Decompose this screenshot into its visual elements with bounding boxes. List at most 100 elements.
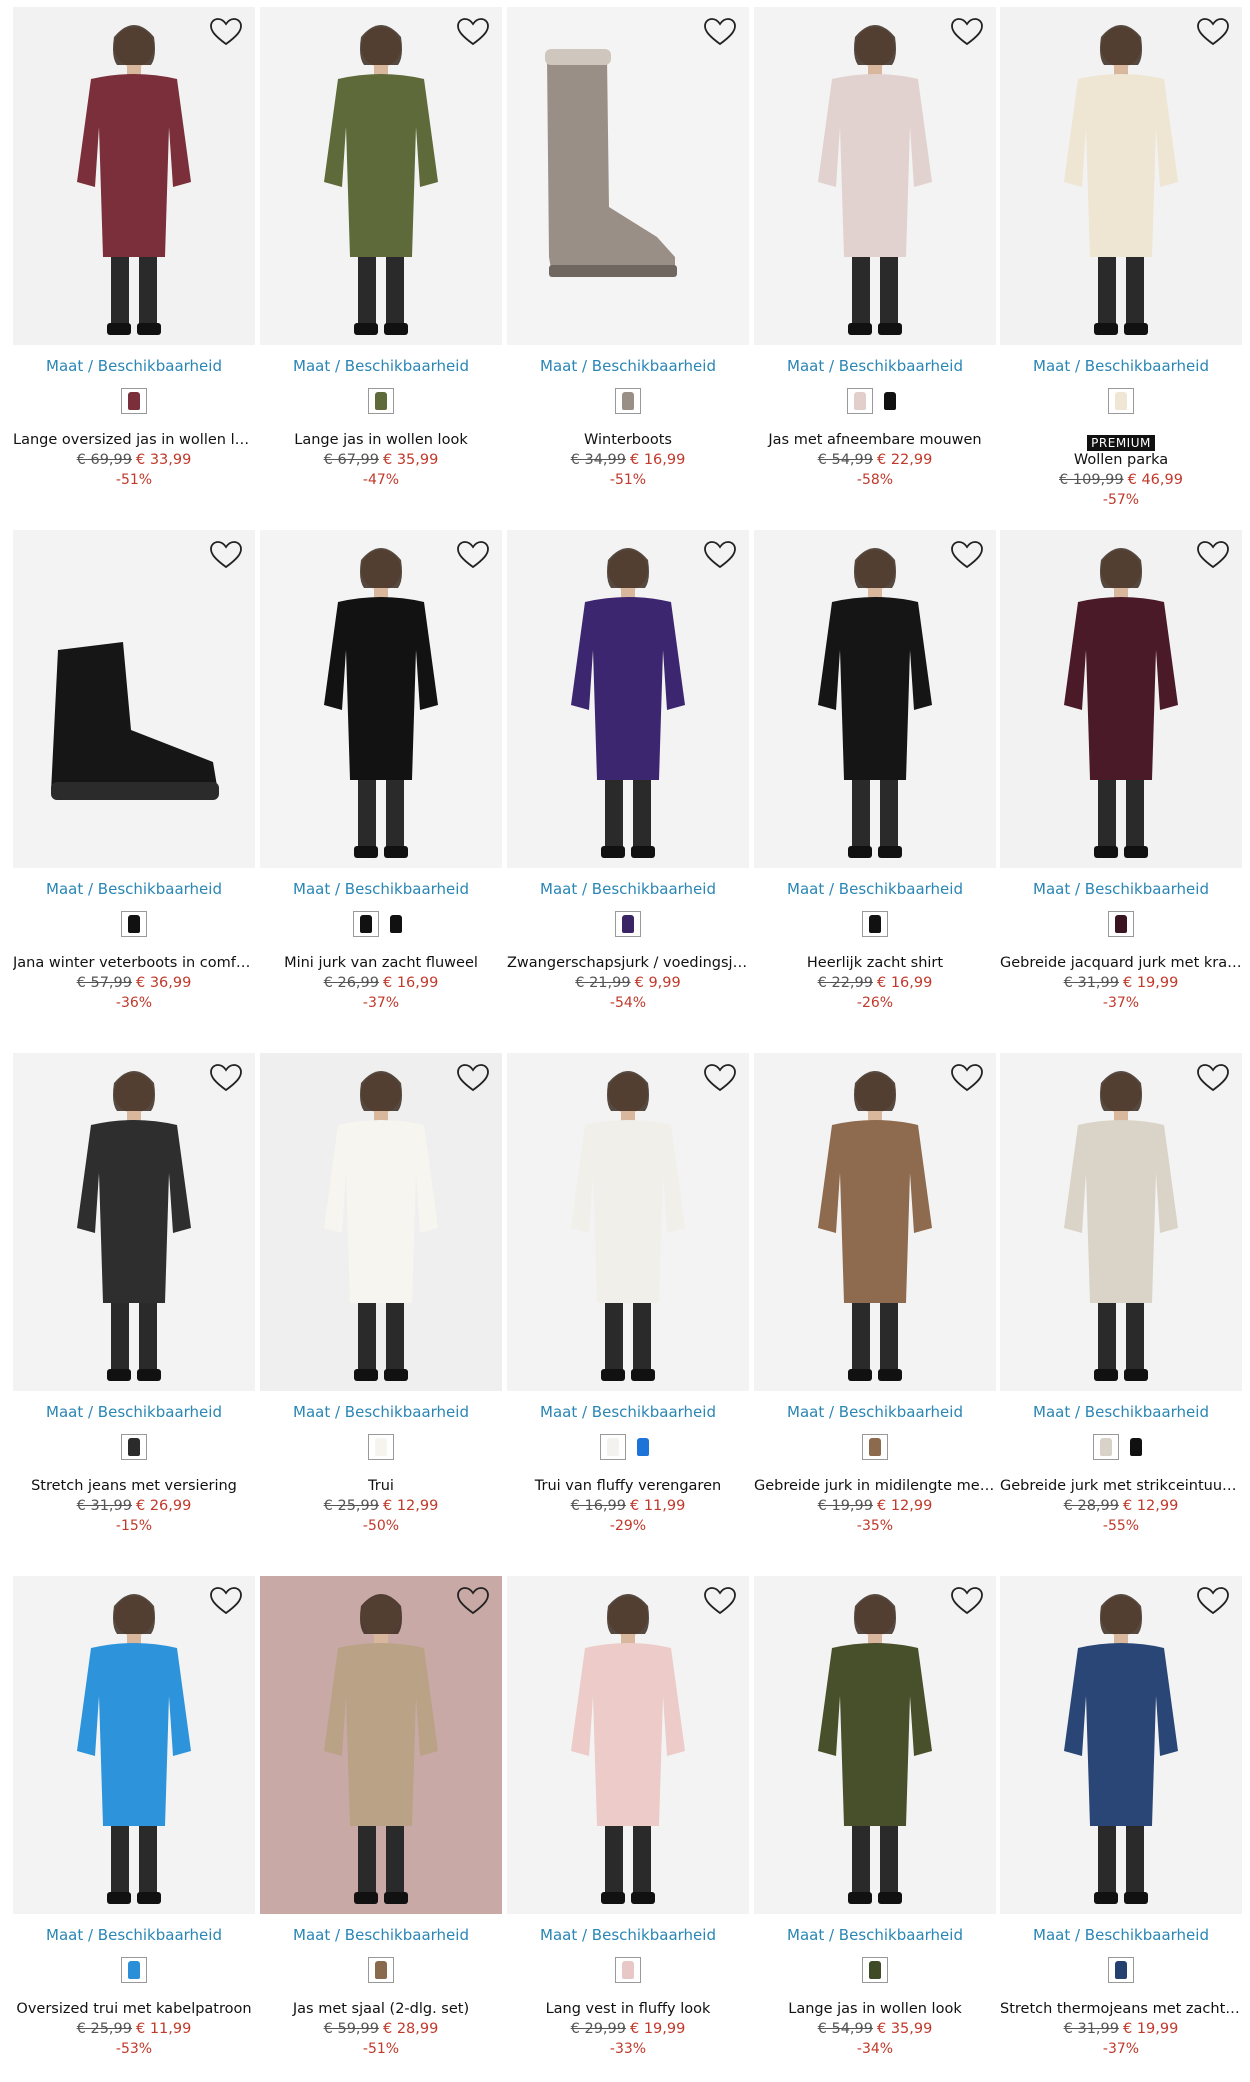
product-card[interactable]: Maat / Beschikbaarheid Gebreide jurk in m… [754,1053,996,1558]
product-card[interactable]: Maat / Beschikbaarheid Trui € 25,99 € 12,99… [260,1053,502,1558]
size-availability-link[interactable]: Maat / Beschikbaarheid [260,1403,502,1421]
color-swatch[interactable] [862,1434,888,1460]
product-title[interactable]: Stretch thermojeans met zachte voering [1000,2001,1242,2017]
size-availability-link[interactable]: Maat / Beschikbaarheid [507,357,749,375]
wishlist-heart-icon[interactable] [209,540,243,570]
product-image[interactable] [1000,530,1242,868]
color-swatch[interactable] [368,388,394,414]
color-swatch[interactable] [1123,1434,1149,1460]
product-card[interactable]: Maat / Beschikbaarheid Jas met afneembare… [754,7,996,512]
color-swatch[interactable] [862,911,888,937]
color-swatch[interactable] [862,1957,888,1983]
product-title[interactable]: Heerlijk zacht shirt [754,955,996,971]
size-availability-link[interactable]: Maat / Beschikbaarheid [754,1403,996,1421]
wishlist-heart-icon[interactable] [703,17,737,47]
size-availability-link[interactable]: Maat / Beschikbaarheid [1000,880,1242,898]
product-title[interactable]: Jas met afneembare mouwen [754,432,996,448]
product-title[interactable]: Lange jas in wollen look [260,432,502,448]
wishlist-heart-icon[interactable] [1196,17,1230,47]
product-image[interactable] [754,530,996,868]
color-swatch[interactable] [615,1957,641,1983]
wishlist-heart-icon[interactable] [703,540,737,570]
product-image[interactable] [507,1053,749,1391]
color-swatch[interactable] [1108,911,1134,937]
color-swatch[interactable] [121,1434,147,1460]
product-card[interactable]: Maat / Beschikbaarheid Lange oversized ja… [13,7,255,512]
product-title[interactable]: Jas met sjaal (2-dlg. set) [260,2001,502,2017]
color-swatch[interactable] [847,388,873,414]
wishlist-heart-icon[interactable] [456,1586,490,1616]
product-image[interactable] [754,7,996,345]
product-card[interactable]: Maat / Beschikbaarheid Gebreide jacquard … [1000,530,1242,1035]
product-title[interactable]: Stretch jeans met versiering [13,1478,255,1494]
size-availability-link[interactable]: Maat / Beschikbaarheid [1000,1926,1242,1944]
size-availability-link[interactable]: Maat / Beschikbaarheid [260,357,502,375]
size-availability-link[interactable]: Maat / Beschikbaarheid [13,1926,255,1944]
color-swatch[interactable] [600,1434,626,1460]
color-swatch[interactable] [630,1434,656,1460]
wishlist-heart-icon[interactable] [703,1586,737,1616]
color-swatch[interactable] [121,911,147,937]
product-image[interactable] [1000,7,1242,345]
product-image[interactable] [754,1053,996,1391]
color-swatch[interactable] [383,911,409,937]
size-availability-link[interactable]: Maat / Beschikbaarheid [13,880,255,898]
product-card[interactable]: Maat / Beschikbaarheid Lang vest in fluff… [507,1576,749,2081]
product-image[interactable] [1000,1576,1242,1914]
product-image[interactable] [260,530,502,868]
product-card[interactable]: Maat / Beschikbaarheid Lange jas in wolle… [260,7,502,512]
product-image[interactable] [507,530,749,868]
product-card[interactable]: Maat / Beschikbaarheid Mini jurk van zach… [260,530,502,1035]
product-title[interactable]: Oversized trui met kabelpatroon [13,2001,255,2017]
product-image[interactable] [754,1576,996,1914]
product-image[interactable] [507,1576,749,1914]
size-availability-link[interactable]: Maat / Beschikbaarheid [260,1926,502,1944]
product-image[interactable] [260,1053,502,1391]
product-image[interactable] [13,530,255,868]
size-availability-link[interactable]: Maat / Beschikbaarheid [1000,357,1242,375]
product-title[interactable]: Mini jurk van zacht fluweel [260,955,502,971]
wishlist-heart-icon[interactable] [456,540,490,570]
size-availability-link[interactable]: Maat / Beschikbaarheid [1000,1403,1242,1421]
color-swatch[interactable] [1093,1434,1119,1460]
color-swatch[interactable] [121,388,147,414]
product-title[interactable]: Zwangerschapsjurk / voedingsjurk in fluw… [507,955,749,971]
wishlist-heart-icon[interactable] [209,1063,243,1093]
wishlist-heart-icon[interactable] [950,540,984,570]
wishlist-heart-icon[interactable] [456,1063,490,1093]
color-swatch[interactable] [121,1957,147,1983]
product-title[interactable]: Gebreide jacquard jurk met kraag [1000,955,1242,971]
product-card[interactable]: Maat / Beschikbaarheid Gebreide jurk met … [1000,1053,1242,1558]
wishlist-heart-icon[interactable] [1196,1063,1230,1093]
wishlist-heart-icon[interactable] [950,1063,984,1093]
product-image[interactable] [260,1576,502,1914]
product-image[interactable] [13,1053,255,1391]
wishlist-heart-icon[interactable] [1196,1586,1230,1616]
size-availability-link[interactable]: Maat / Beschikbaarheid [754,1926,996,1944]
size-availability-link[interactable]: Maat / Beschikbaarheid [754,880,996,898]
product-card[interactable]: Maat / Beschikbaarheid Oversized trui met… [13,1576,255,2081]
wishlist-heart-icon[interactable] [456,17,490,47]
product-title[interactable]: Lange jas in wollen look [754,2001,996,2017]
product-title[interactable]: Lange oversized jas in wollen look [13,432,255,448]
product-card[interactable]: Maat / Beschikbaarheid Winterboots € 34,99… [507,7,749,512]
product-card[interactable]: Maat / Beschikbaarheid Zwangerschapsjurk … [507,530,749,1035]
product-title[interactable]: Gebreide jurk met strikceintuur (2-dlg. … [1000,1478,1242,1494]
product-image[interactable] [13,7,255,345]
color-swatch[interactable] [368,1434,394,1460]
size-availability-link[interactable]: Maat / Beschikbaarheid [507,880,749,898]
product-card[interactable]: Maat / Beschikbaarheid Stretch thermojean… [1000,1576,1242,2081]
product-title[interactable]: Trui van fluffy verengaren [507,1478,749,1494]
color-swatch[interactable] [1108,388,1134,414]
wishlist-heart-icon[interactable] [703,1063,737,1093]
product-image[interactable] [13,1576,255,1914]
color-swatch[interactable] [615,911,641,937]
product-card[interactable]: Maat / Beschikbaarheid PREMIUM Wollen park… [1000,7,1242,512]
product-title[interactable]: Winterboots [507,432,749,448]
color-swatch[interactable] [615,388,641,414]
color-swatch[interactable] [368,1957,394,1983]
product-card[interactable]: Maat / Beschikbaarheid Jas met sjaal (2-d… [260,1576,502,2081]
product-card[interactable]: Maat / Beschikbaarheid Heerlijk zacht shi… [754,530,996,1035]
product-title[interactable]: Lang vest in fluffy look [507,2001,749,2017]
color-swatch[interactable] [877,388,903,414]
